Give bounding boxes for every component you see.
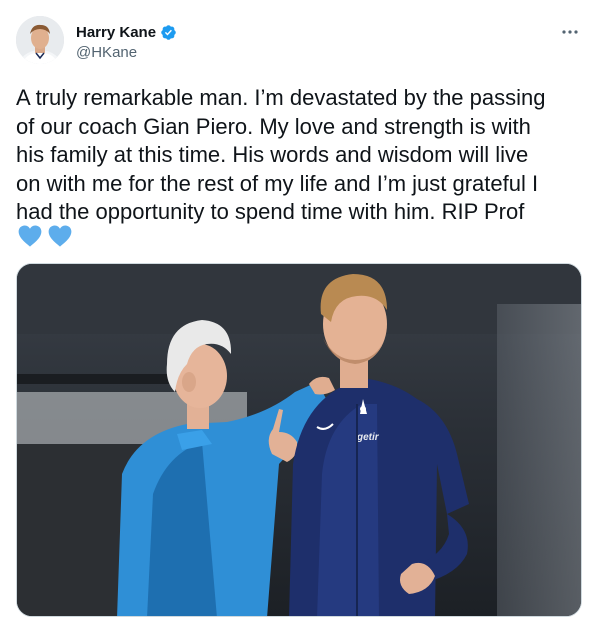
tweet-text-line: of our coach Gian Piero. My love and str…	[16, 113, 531, 139]
author-handle[interactable]: @HKane	[76, 44, 137, 61]
verified-badge-icon	[160, 24, 177, 41]
avatar-image	[16, 16, 64, 64]
blue-heart-icon	[48, 225, 72, 247]
author-name-row[interactable]: Harry Kane	[76, 21, 177, 43]
tweet-text-line: his family at this time. His words and w…	[16, 142, 529, 167]
photo-image: getir	[17, 264, 581, 616]
jersey-sponsor-text: getir	[356, 432, 380, 443]
author-display-name[interactable]: Harry Kane	[76, 24, 156, 41]
ellipsis-icon	[562, 30, 578, 34]
tweet-card[interactable]: Harry Kane @HKane A truly remarkable man…	[0, 0, 598, 632]
more-options-button[interactable]	[560, 22, 580, 42]
tweet-photo[interactable]: getir	[16, 263, 582, 617]
tweet-text: A truly remarkable man. I’m devastated b…	[16, 84, 586, 227]
emoji-row	[17, 223, 73, 249]
blue-heart-icon	[18, 225, 42, 247]
tweet-text-line: A truly remarkable man. I’m devastated b…	[16, 85, 546, 110]
tweet-text-line: on with me for the rest of my life and I…	[16, 170, 539, 196]
tweet-text-line: had the opportunity to spend time with h…	[16, 199, 525, 224]
author-avatar[interactable]	[16, 16, 64, 64]
